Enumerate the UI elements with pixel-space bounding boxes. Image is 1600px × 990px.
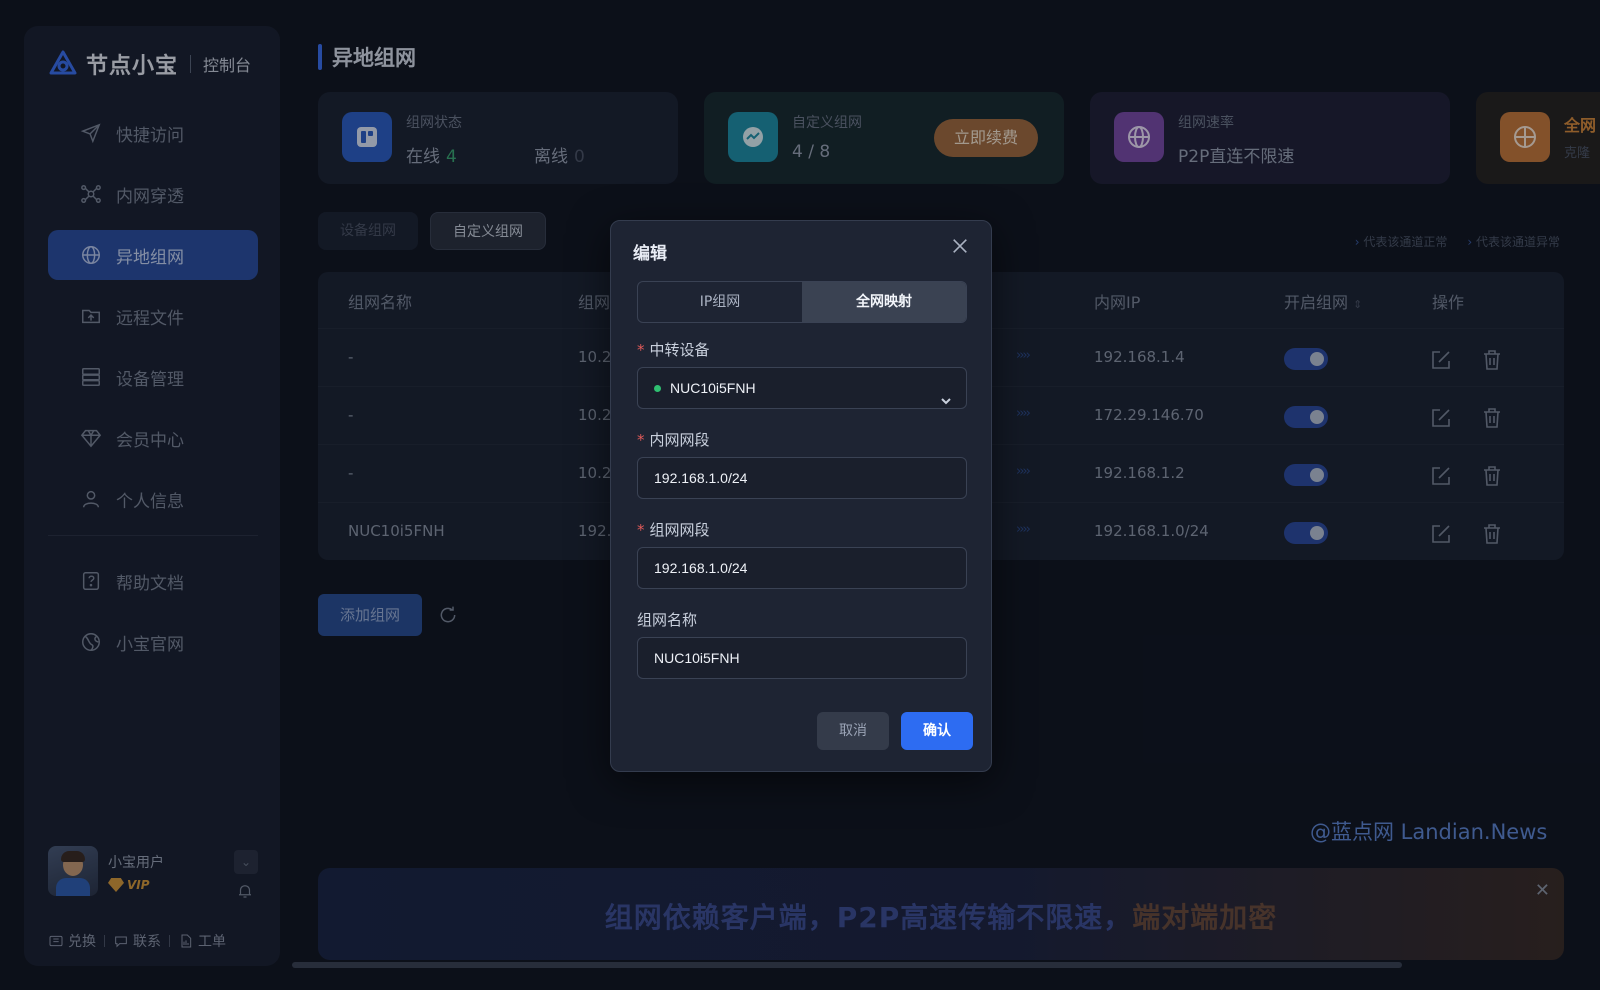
mesh-segment-label-text: 组网网段 xyxy=(649,521,710,539)
online-dot-icon xyxy=(654,384,661,392)
relay-device-select[interactable]: NUC10i5FNH xyxy=(637,367,967,409)
close-icon[interactable] xyxy=(951,237,971,257)
mesh-segment-input[interactable]: 192.168.1.0/24 xyxy=(637,547,967,589)
relay-label: * 中转设备 xyxy=(637,339,710,360)
chevron-down-icon xyxy=(940,382,952,405)
required-mark: * xyxy=(637,431,645,449)
relay-device-value: NUC10i5FNH xyxy=(670,380,756,396)
mesh-name-input[interactable]: NUC10i5FNH xyxy=(637,637,967,679)
lan-segment-input[interactable]: 192.168.1.0/24 xyxy=(637,457,967,499)
dialog-title: 编辑 xyxy=(633,244,667,264)
tab-global-mapping[interactable]: 全网映射 xyxy=(802,282,966,322)
confirm-button[interactable]: 确认 xyxy=(901,712,973,750)
tab-ip-mesh[interactable]: IP组网 xyxy=(638,282,802,322)
required-mark: * xyxy=(637,521,645,539)
lan-segment-label-text: 内网网段 xyxy=(649,431,710,449)
cancel-button[interactable]: 取消 xyxy=(817,712,889,750)
lan-segment-label: * 内网网段 xyxy=(637,429,710,450)
required-mark: * xyxy=(637,341,645,359)
mapping-mode-tabs: IP组网 全网映射 xyxy=(637,281,967,323)
relay-label-text: 中转设备 xyxy=(649,341,710,359)
edit-dialog: 编辑 IP组网 全网映射 * 中转设备 NUC10i5FNH * 内网网段 192.… xyxy=(610,220,992,772)
mesh-segment-label: * 组网网段 xyxy=(637,519,710,540)
mesh-name-label: 组网名称 xyxy=(637,611,698,629)
